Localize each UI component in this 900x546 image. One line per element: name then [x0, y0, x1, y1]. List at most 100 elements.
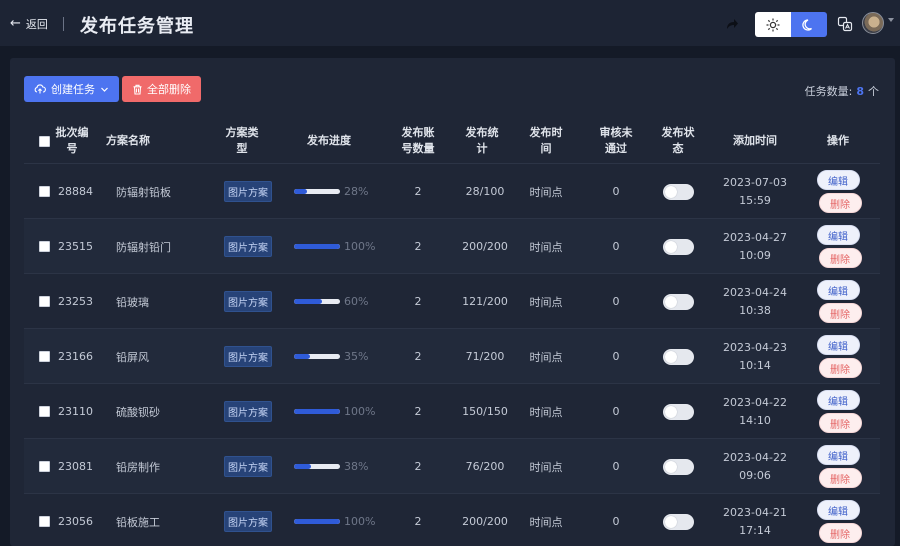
actions-cell: 编辑 删除	[810, 164, 866, 219]
col-publish-time: 发布时 间	[529, 126, 563, 155]
publish-stats: 76/200	[465, 460, 505, 473]
edit-button[interactable]: 编辑	[816, 500, 860, 520]
edit-button[interactable]: 编辑	[816, 225, 860, 245]
added-date: 2023-07-03	[723, 175, 787, 189]
edit-button[interactable]: 编辑	[816, 390, 860, 410]
actions-cell: 编辑 删除	[810, 274, 866, 329]
batch-no: 23166	[58, 350, 93, 363]
progress-label: 38%	[344, 460, 369, 473]
back-button[interactable]: ← 返回	[10, 16, 48, 32]
sun-icon[interactable]	[755, 12, 791, 37]
batch-no: 28884	[58, 185, 93, 198]
publish-stats: 150/150	[462, 405, 508, 418]
row-checkbox[interactable]	[38, 351, 50, 362]
row-checkbox[interactable]	[38, 241, 50, 252]
col-status: 发布状 态	[661, 126, 695, 155]
chevron-down-icon[interactable]	[888, 18, 894, 22]
account-count: 2	[414, 295, 422, 308]
actions-cell: 编辑 删除	[810, 329, 866, 384]
plan-type-cell: 图片方案	[220, 329, 276, 384]
edit-button[interactable]: 编辑	[816, 170, 860, 190]
account-count: 2	[414, 240, 422, 253]
edit-button[interactable]: 编辑	[816, 335, 860, 355]
progress-cell: 100%	[294, 494, 390, 546]
account-count: 2	[414, 515, 422, 528]
delete-button[interactable]: 删除	[818, 358, 862, 378]
account-count: 2	[414, 350, 422, 363]
added-time: 2023-04-24 10:38	[720, 274, 790, 329]
added-date: 2023-04-24	[723, 285, 787, 299]
progress-label: 60%	[344, 295, 369, 308]
progress: 100%	[294, 515, 375, 528]
table-row: 23056 铅板施工 图片方案 100% 2 200/200 时间点 0 202…	[24, 494, 880, 546]
plan-type-cell: 图片方案	[220, 494, 276, 546]
col-plan-type: 方案类 型	[225, 126, 259, 155]
col-progress: 发布进度	[307, 134, 351, 147]
status-toggle[interactable]	[662, 458, 694, 475]
status-toggle[interactable]	[662, 183, 694, 200]
table-row: 23166 铅屏风 图片方案 35% 2 71/200 时间点 0 2023-0…	[24, 329, 880, 384]
progress-fill	[294, 519, 340, 524]
moon-icon[interactable]	[791, 12, 827, 37]
rejected-count: 0	[612, 240, 620, 253]
rejected-count: 0	[612, 350, 620, 363]
row-checkbox[interactable]	[38, 186, 50, 197]
status-toggle[interactable]	[662, 513, 694, 530]
avatar[interactable]	[862, 12, 884, 34]
row-checkbox[interactable]	[38, 296, 50, 307]
progress-label: 35%	[344, 350, 369, 363]
account-count: 2	[414, 405, 422, 418]
status-toggle[interactable]	[662, 348, 694, 365]
added-clock: 10:38	[739, 303, 771, 317]
delete-button[interactable]: 删除	[818, 523, 862, 543]
added-date: 2023-04-22	[723, 450, 787, 464]
added-time: 2023-04-22 09:06	[720, 439, 790, 494]
row-checkbox[interactable]	[38, 406, 50, 417]
select-all-checkbox[interactable]	[38, 135, 50, 147]
row-checkbox-cell	[38, 384, 50, 439]
progress-fill	[294, 409, 340, 414]
row-checkbox[interactable]	[38, 461, 50, 472]
progress-label: 28%	[344, 185, 369, 198]
task-table: 批次编 号 方案名称 方案类 型 发布进度 发布账 号数量 发布统 计 发布时 …	[24, 118, 880, 546]
delete-all-button[interactable]: 全部删除	[122, 76, 201, 102]
delete-button[interactable]: 删除	[818, 303, 862, 323]
publish-stats: 200/200	[462, 515, 508, 528]
translate-icon[interactable]	[837, 16, 853, 32]
delete-button[interactable]: 删除	[818, 193, 862, 213]
progress-label: 100%	[344, 240, 376, 253]
status-toggle[interactable]	[662, 293, 694, 310]
progress: 100%	[294, 405, 375, 418]
row-checkbox[interactable]	[38, 516, 50, 527]
select-all-checkbox-cell	[38, 118, 50, 164]
edit-button[interactable]: 编辑	[816, 445, 860, 465]
delete-button[interactable]: 删除	[818, 248, 862, 268]
actions-cell: 编辑 删除	[810, 439, 866, 494]
table-row: 28884 防辐射铅板 图片方案 28% 2 28/100 时间点 0 2023…	[24, 164, 880, 219]
row-checkbox-cell	[38, 329, 50, 384]
publish-time-type: 时间点	[529, 185, 563, 199]
publish-stats: 71/200	[465, 350, 505, 363]
rejected-count: 0	[612, 185, 620, 198]
create-task-button[interactable]: 创建任务	[24, 76, 119, 102]
delete-button[interactable]: 删除	[818, 468, 862, 488]
rejected-count: 0	[612, 515, 620, 528]
status-toggle[interactable]	[662, 238, 694, 255]
progress-cell: 100%	[294, 219, 390, 274]
status-cell	[656, 164, 700, 219]
publish-time-type: 时间点	[529, 405, 563, 419]
col-plan-name: 方案名称	[106, 134, 150, 147]
added-date: 2023-04-23	[723, 340, 787, 354]
cloud-upload-icon	[34, 84, 46, 94]
plan-type-tag: 图片方案	[224, 511, 272, 532]
progress-cell: 60%	[294, 274, 390, 329]
progress-fill	[294, 464, 312, 469]
plan-type-tag: 图片方案	[224, 346, 272, 367]
status-toggle[interactable]	[662, 403, 694, 420]
batch-no: 23253	[58, 295, 93, 308]
edit-button[interactable]: 编辑	[816, 280, 860, 300]
share-icon[interactable]	[724, 16, 740, 32]
task-panel: 创建任务 全部删除 任务数量: 8 个 批次编 号 方案名称 方案类 型 发布进度 …	[10, 58, 895, 546]
plan-type-tag: 图片方案	[224, 181, 272, 202]
delete-button[interactable]: 删除	[818, 413, 862, 433]
